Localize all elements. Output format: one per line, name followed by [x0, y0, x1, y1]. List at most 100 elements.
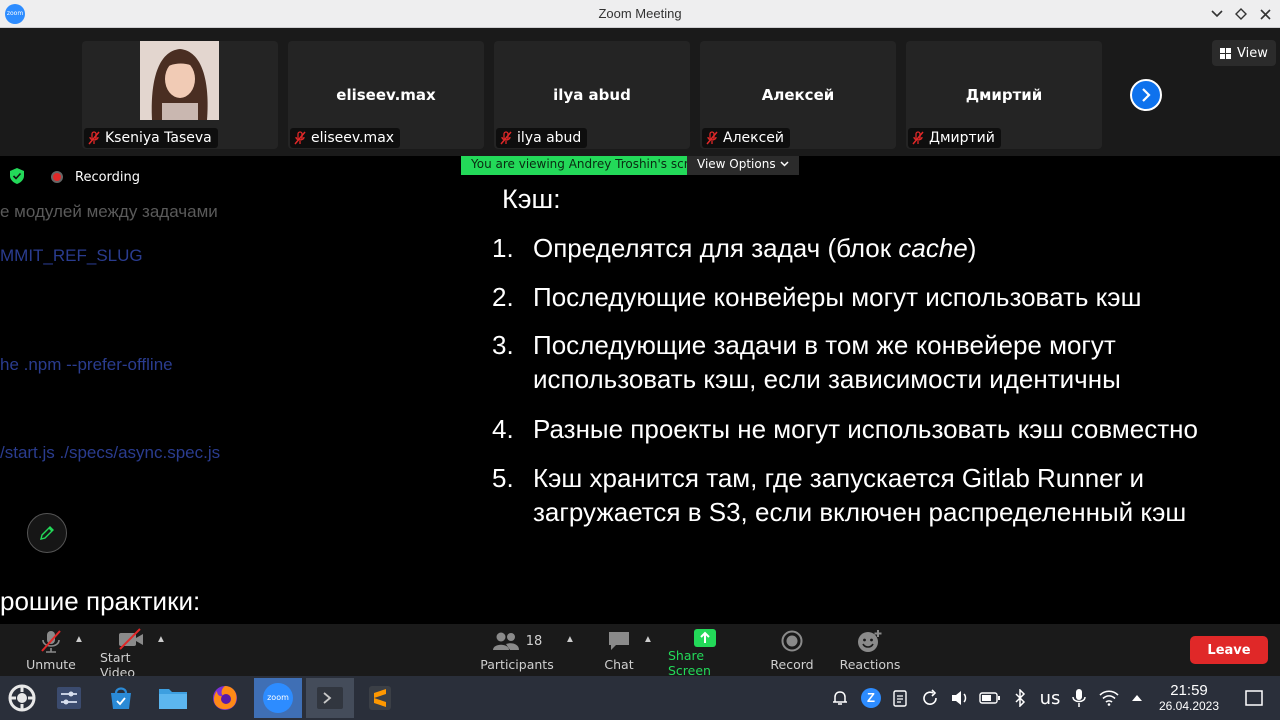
- participant-name: eliseev.max: [311, 130, 395, 146]
- reactions-button[interactable]: Reactions: [840, 628, 900, 672]
- firefox-button[interactable]: [205, 678, 245, 718]
- list-text: Последующие конвейеры могут использовать…: [533, 282, 1142, 312]
- list-number: 2.: [492, 282, 514, 312]
- gallery-strip: Kseniya Taseva eliseev.max eliseev.max i…: [0, 28, 1280, 156]
- chat-button[interactable]: Chat: [603, 628, 635, 672]
- microphone-tray-icon[interactable]: [1069, 686, 1089, 710]
- participants-button[interactable]: 18 Participants: [480, 628, 554, 672]
- participant-tile[interactable]: ilya abud ilya abud: [494, 41, 690, 149]
- show-desktop-button[interactable]: [1243, 686, 1265, 710]
- shared-screen: You are viewing Andrey Troshin's screen …: [0, 156, 1280, 624]
- video-options-caret-icon[interactable]: ▲: [156, 634, 166, 645]
- muted-mic-icon: [500, 131, 512, 145]
- view-options-button[interactable]: View Options: [687, 156, 799, 175]
- participant-tile[interactable]: Алексей Алексей: [700, 41, 896, 149]
- folder-icon: [159, 689, 187, 709]
- muted-mic-icon: [912, 131, 924, 145]
- record-icon: [781, 630, 803, 652]
- participant-label: ilya abud: [496, 128, 588, 148]
- list-number: 4.: [492, 414, 514, 444]
- window-title: Zoom Meeting: [598, 6, 682, 21]
- record-label: Record: [770, 657, 814, 672]
- title-bar: zoom Zoom Meeting: [0, 0, 1280, 28]
- clock[interactable]: 21:59 26.04.2023: [1152, 683, 1226, 714]
- participant-name: Kseniya Taseva: [105, 130, 212, 146]
- notifications-tray-icon[interactable]: [830, 686, 850, 710]
- chat-options-caret-icon[interactable]: ▲: [643, 634, 653, 645]
- participant-label: Kseniya Taseva: [84, 128, 218, 148]
- taskbar: zoom Z us 21:59 26.04.2023: [0, 676, 1280, 720]
- close-button[interactable]: [1255, 4, 1275, 24]
- settings-app-button[interactable]: [49, 678, 89, 718]
- share-screen-icon: [694, 629, 716, 647]
- viewing-banner: You are viewing Andrey Troshin's screen: [461, 156, 721, 175]
- zoom-taskbar-button[interactable]: zoom: [254, 678, 302, 718]
- sublime-text-button[interactable]: [360, 678, 400, 718]
- terminal-icon: [317, 687, 343, 709]
- pencil-icon: [40, 526, 54, 540]
- code-fragment: MMIT_REF_SLUG: [0, 246, 143, 265]
- clock-time: 21:59: [1170, 682, 1208, 699]
- participant-name: ilya abud: [517, 130, 582, 146]
- view-options-label: View Options: [697, 157, 776, 171]
- wifi-tray-icon[interactable]: [1098, 686, 1120, 710]
- participant-display-name: eliseev.max: [336, 86, 436, 104]
- video-off-icon: [119, 628, 143, 650]
- participant-label: Дмиртий: [908, 128, 1001, 148]
- list-text: Разные проекты не могут использовать кэш…: [533, 414, 1198, 444]
- list-number: 5.: [492, 463, 514, 493]
- recording-label: Recording: [75, 170, 141, 185]
- app-launcher-button[interactable]: [2, 678, 42, 718]
- app-launcher-icon: [8, 684, 36, 712]
- list-text: Последующие задачи в том же конвейере мо…: [533, 330, 1116, 360]
- battery-tray-icon[interactable]: [979, 686, 1001, 710]
- participants-icon: [492, 632, 519, 650]
- reactions-icon: [858, 630, 882, 652]
- record-button[interactable]: Record: [770, 628, 814, 672]
- participant-tile[interactable]: Дмиртий Дмиртий: [906, 41, 1102, 149]
- list-text: Кэш хранится там, где запускается Gitlab…: [533, 463, 1145, 493]
- chat-label: Chat: [604, 657, 634, 672]
- muted-mic-icon: [41, 630, 61, 653]
- audio-options-caret-icon[interactable]: ▲: [74, 634, 84, 645]
- terminal-button[interactable]: [306, 678, 354, 718]
- zoom-tray-icon[interactable]: Z: [860, 686, 882, 710]
- volume-tray-icon[interactable]: [950, 686, 970, 710]
- code-fragment: /start.js ./specs/async.spec.js: [0, 443, 221, 462]
- share-screen-button[interactable]: Share Screen: [668, 628, 742, 678]
- firefox-icon: [213, 686, 237, 710]
- bluetooth-tray-icon[interactable]: [1011, 686, 1029, 710]
- list-text: использовать кэш, если зависимости идент…: [533, 364, 1121, 394]
- list-number: 3.: [492, 330, 514, 360]
- tray-expand-icon[interactable]: [1128, 686, 1146, 710]
- store-app-button[interactable]: [101, 678, 141, 718]
- recording-indicator-icon: [51, 171, 63, 183]
- participant-display-name: Алексей: [761, 86, 835, 104]
- participants-options-caret-icon[interactable]: ▲: [565, 634, 575, 645]
- participant-display-name: Дмиртий: [965, 86, 1043, 104]
- unmute-button[interactable]: Unmute: [26, 628, 76, 672]
- participant-tile[interactable]: Kseniya Taseva: [82, 41, 278, 149]
- participants-label: Participants: [480, 657, 554, 672]
- clipboard-tray-icon[interactable]: [891, 686, 909, 710]
- zoom-meeting-window: zoom Zoom Meeting Kseniya Taseva eliseev…: [0, 0, 1280, 720]
- update-tray-icon[interactable]: [920, 686, 940, 710]
- list-text: загружается в S3, если включен распредел…: [533, 497, 1187, 527]
- file-manager-button[interactable]: [153, 678, 193, 718]
- participants-count: 18: [525, 633, 543, 649]
- leave-button[interactable]: Leave: [1190, 636, 1268, 664]
- participant-tile[interactable]: eliseev.max eliseev.max: [288, 41, 484, 149]
- muted-mic-icon: [88, 131, 100, 145]
- start-video-button[interactable]: Start Video: [100, 628, 162, 680]
- keyboard-layout-indicator[interactable]: us: [1036, 686, 1064, 710]
- annotate-button[interactable]: [27, 513, 67, 553]
- security-shield-icon[interactable]: [10, 168, 24, 184]
- next-page-button[interactable]: [1130, 79, 1162, 111]
- minimize-button[interactable]: [1207, 4, 1227, 24]
- show-desktop-icon: [1245, 690, 1263, 706]
- code-fragment: е модулей между задачами: [0, 202, 218, 221]
- meeting-toolbar: Unmute ▲ Start Video ▲ 18 Participants ▲…: [0, 624, 1280, 680]
- participant-name: Дмиртий: [929, 130, 995, 146]
- view-button[interactable]: View: [1212, 40, 1276, 66]
- maximize-button[interactable]: [1231, 4, 1251, 24]
